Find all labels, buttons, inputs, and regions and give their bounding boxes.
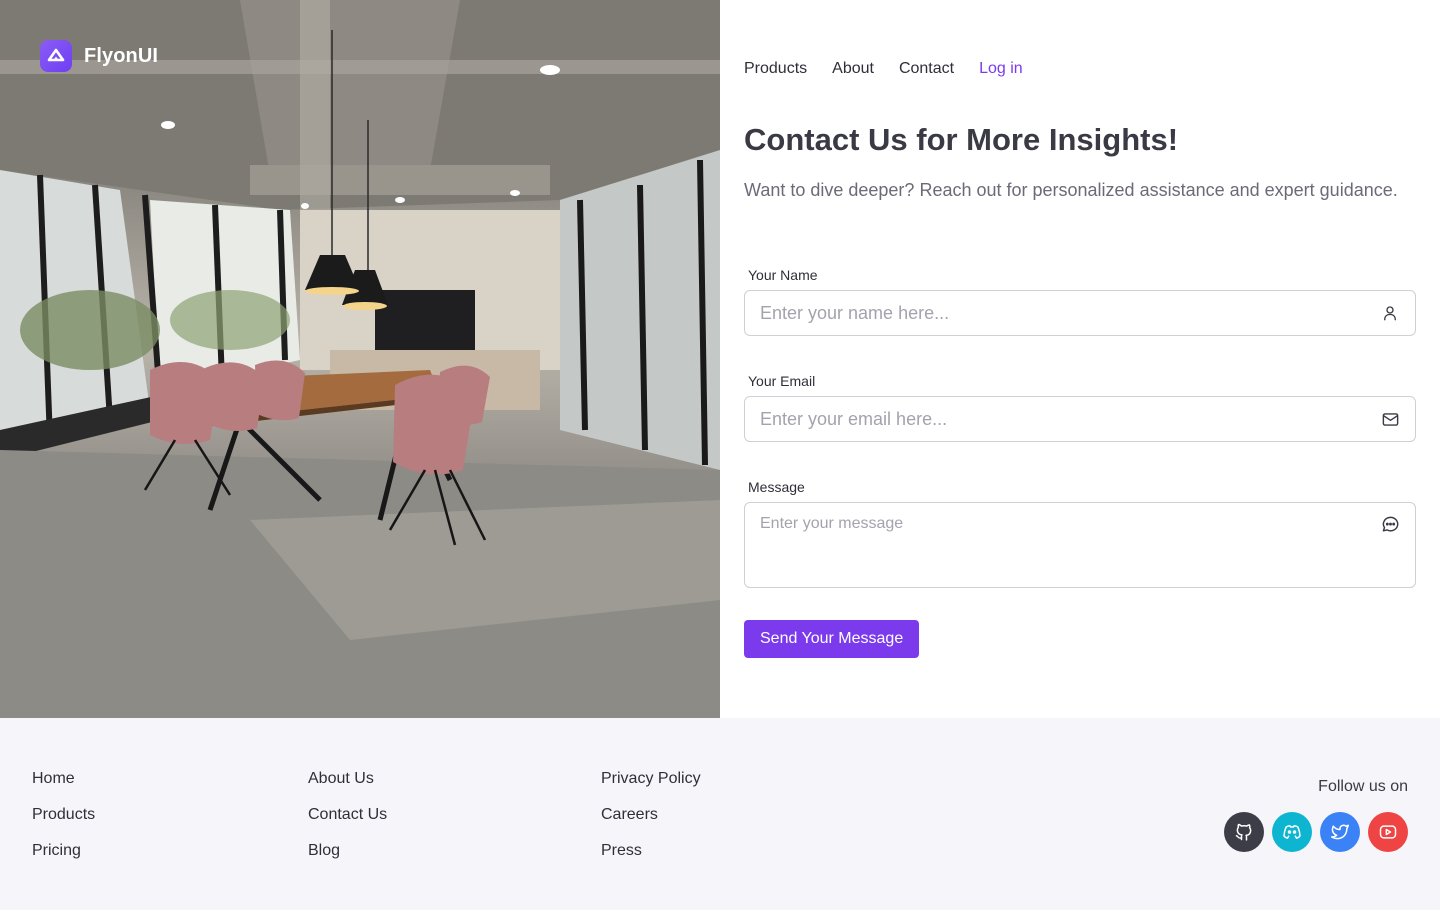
footer-link-privacy-policy[interactable]: Privacy Policy xyxy=(601,768,701,790)
footer: Home Products Pricing About Us Contact U… xyxy=(0,718,1440,910)
message-placeholder: Enter your message xyxy=(760,515,904,532)
message-textarea[interactable]: Enter your message xyxy=(744,502,1416,588)
nav-item-contact[interactable]: Contact xyxy=(899,60,954,78)
footer-column-3: Privacy Policy Careers Press xyxy=(601,768,701,862)
nav-item-products[interactable]: Products xyxy=(744,60,807,78)
page-subtitle: Want to dive deeper? Reach out for perso… xyxy=(744,180,1398,200)
email-label: Your Email xyxy=(748,373,816,389)
flyonui-logo-icon xyxy=(40,40,72,72)
footer-column-1: Home Products Pricing xyxy=(32,768,95,862)
contact-panel: Products About Contact Log in Contact Us… xyxy=(720,0,1440,718)
mail-icon xyxy=(1380,409,1400,429)
nav-item-about[interactable]: About xyxy=(832,60,874,78)
message-label: Message xyxy=(748,479,805,495)
footer-link-pricing[interactable]: Pricing xyxy=(32,840,95,862)
name-placeholder: Enter your name here... xyxy=(760,302,950,323)
brand-name: FlyonUI xyxy=(84,44,159,67)
email-placeholder: Enter your email here... xyxy=(760,408,948,429)
footer-link-careers[interactable]: Careers xyxy=(601,804,701,826)
footer-link-about-us[interactable]: About Us xyxy=(308,768,387,790)
hero-image: FlyonUI xyxy=(0,0,720,718)
email-input[interactable]: Enter your email here... xyxy=(744,396,1416,442)
footer-link-contact-us[interactable]: Contact Us xyxy=(308,804,387,826)
send-message-button[interactable]: Send Your Message xyxy=(744,620,920,658)
footer-link-home[interactable]: Home xyxy=(32,768,95,790)
login-link[interactable]: Log in xyxy=(979,60,1023,78)
youtube-icon[interactable] xyxy=(1368,812,1408,852)
page-title: Contact Us for More Insights! xyxy=(744,122,1179,157)
top-nav: Products About Contact Log in xyxy=(744,60,1023,78)
message-icon xyxy=(1381,515,1400,575)
name-input[interactable]: Enter your name here... xyxy=(744,290,1416,336)
github-icon[interactable] xyxy=(1224,812,1264,852)
footer-link-press[interactable]: Press xyxy=(601,840,701,862)
name-label: Your Name xyxy=(748,267,818,283)
footer-column-2: About Us Contact Us Blog xyxy=(308,768,387,862)
brand[interactable]: FlyonUI xyxy=(40,40,158,72)
follow-us-label: Follow us on xyxy=(1318,778,1408,795)
social-links xyxy=(1224,812,1408,852)
discord-icon[interactable] xyxy=(1272,812,1312,852)
footer-link-products[interactable]: Products xyxy=(32,804,95,826)
twitter-icon[interactable] xyxy=(1320,812,1360,852)
user-icon xyxy=(1380,303,1400,323)
office-photo xyxy=(0,0,720,718)
footer-link-blog[interactable]: Blog xyxy=(308,840,387,862)
